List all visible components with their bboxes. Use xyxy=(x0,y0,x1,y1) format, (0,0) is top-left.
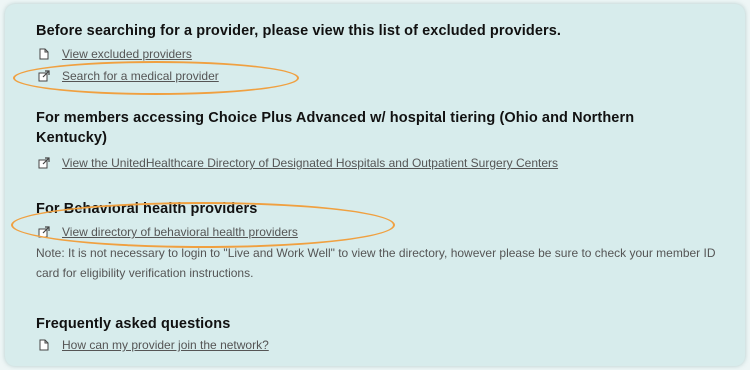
section-heading: Frequently asked questions xyxy=(36,316,231,332)
document-icon xyxy=(39,48,49,60)
link-row: View directory of behavioral health prov… xyxy=(38,221,731,243)
behavioral-health-note: Note: It is not necessary to login to "L… xyxy=(36,246,716,280)
section-heading: Before searching for a provider, please … xyxy=(36,23,562,39)
section-heading: For Behavioral health providers xyxy=(36,201,258,217)
external-link-icon xyxy=(38,70,50,82)
view-excluded-providers-link[interactable]: View excluded providers xyxy=(62,47,192,61)
external-link-icon xyxy=(38,226,50,238)
link-row: Search for a medical provider xyxy=(38,65,731,87)
faq-section: Frequently asked questions How can my pr… xyxy=(36,314,731,356)
behavioral-health-section: For Behavioral health providers View dir… xyxy=(36,199,731,283)
behavioral-health-directory-link[interactable]: View directory of behavioral health prov… xyxy=(62,225,298,239)
link-row: How can my provider join the network? xyxy=(38,334,731,356)
document-icon xyxy=(39,339,49,351)
provider-join-network-link[interactable]: How can my provider join the network? xyxy=(62,338,269,352)
external-link-icon xyxy=(38,157,50,169)
choice-plus-section: For members accessing Choice Plus Advanc… xyxy=(36,108,731,174)
link-row: View the UnitedHealthcare Directory of D… xyxy=(38,152,731,174)
section-heading: For members accessing Choice Plus Advanc… xyxy=(36,110,635,146)
designated-hospitals-directory-link[interactable]: View the UnitedHealthcare Directory of D… xyxy=(62,156,558,170)
link-row: View excluded providers xyxy=(38,43,731,65)
search-medical-provider-link[interactable]: Search for a medical provider xyxy=(62,69,219,83)
excluded-providers-section: Before searching for a provider, please … xyxy=(36,21,731,87)
provider-info-panel: Before searching for a provider, please … xyxy=(5,4,745,366)
